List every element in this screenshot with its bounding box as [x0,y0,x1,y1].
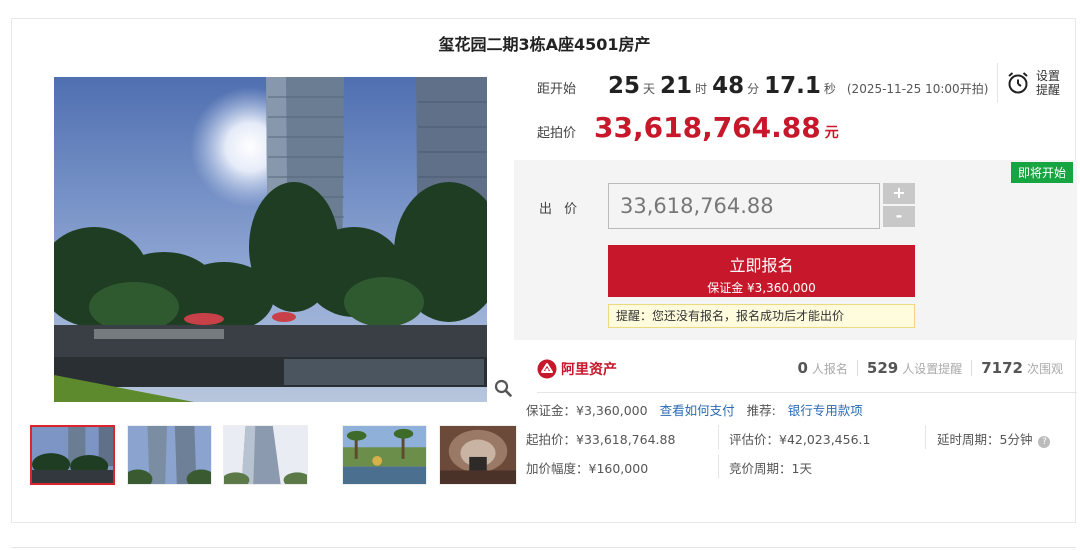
countdown-label: 距开始 [537,82,577,97]
how-to-pay-link[interactable]: 查看如何支付 [660,403,735,418]
thumbnail-1[interactable] [30,425,115,485]
signup-tip: 提醒：您还没有报名，报名成功后才能出价 [608,304,915,328]
signup-count: 0 [797,359,808,377]
reminder-count-label: 人设置提醒 [902,362,963,376]
countdown-row: 距开始 25 天 21 时 48 分 17.1 秒 (2025-11-25 10… [537,73,988,103]
signup-count-label: 人报名 [811,362,848,376]
set-reminder-button[interactable]: 设置提醒 [997,63,1069,103]
auction-card: 玺花园二期3栋A座4501房产 距开始 25 天 21 时 48 分 17.1 … [11,18,1077,523]
start-price-label: 起拍价 [537,126,577,141]
hours-unit: 时 [695,82,708,96]
minutes-unit: 分 [747,82,760,96]
thumbnail-2[interactable] [127,425,212,485]
thumbnail-4[interactable] [342,425,427,485]
view-count-label: 次围观 [1026,362,1063,376]
seconds-unit: 秒 [823,82,836,96]
magnifier-icon[interactable] [494,379,512,397]
set-reminder-label: 设置提醒 [1036,69,1061,97]
start-time: (2025-11-25 10:00开拍) [846,82,989,96]
recommend-label: 推荐: [746,403,776,418]
start-price-row: 起拍价 33,618,764.88 元 [537,111,839,147]
stat-divider [971,360,973,376]
info-divider [718,454,719,478]
thumbnail-strip [30,425,517,487]
thumbnail-3[interactable] [223,425,308,485]
countdown-seconds: 17.1 [764,73,821,99]
bid-period-info: 竞价周期：1天 [729,461,812,476]
start-price-value: 33,618,764.88 [594,111,821,144]
bank-payment-link[interactable]: 银行专用款项 [788,403,863,418]
bottom-rule [11,547,1076,548]
ali-assets-logo-icon [537,359,557,379]
stats: 0 人报名 529 人设置提醒 7172 次围观 [797,359,1063,377]
section-divider [537,392,1077,393]
view-count: 7172 [981,359,1023,377]
countdown-hours: 21 [660,73,693,99]
increase-bid-button[interactable]: + [883,183,915,204]
start-price-info: 起拍价：¥33,618,764.88 [526,432,676,447]
decrease-bid-button[interactable]: - [883,206,915,227]
alarm-clock-icon [1008,72,1028,94]
deposit-info: 保证金：¥3,360,000 [526,403,648,418]
bid-panel: 即将开始 出 价 + - 立即报名 保证金 ¥3,360,000 提醒：您还没有… [514,160,1077,340]
bid-amount-input[interactable] [608,183,880,229]
deposit-sublabel: 保证金 ¥3,360,000 [707,281,816,295]
days-unit: 天 [643,82,656,96]
increment-info: 加价幅度：¥160,000 [526,461,649,476]
signup-now-button[interactable]: 立即报名 保证金 ¥3,360,000 [608,245,915,297]
delay-info-row: 延时周期：5分钟? [937,429,1051,448]
countdown-days: 25 [608,73,641,99]
signup-label: 立即报名 [729,256,794,275]
stat-divider [856,360,858,376]
provider-name[interactable]: 阿里资产 [561,359,617,379]
countdown-minutes: 48 [712,73,745,99]
provider-row: 阿里资产 0 人报名 529 人设置提醒 7172 次围观 [537,353,1077,385]
appraisal-info: 评估价：¥42,023,456.1 [729,432,871,447]
start-price-unit: 元 [824,125,839,141]
info-divider [925,425,926,449]
thumbnail-5[interactable] [439,425,517,485]
bid-label: 出 价 [539,202,582,217]
info-divider [718,425,719,449]
deposit-info-row: 保证金：¥3,360,000 查看如何支付 推荐: 银行专用款项 [526,400,863,419]
delay-info: 延时周期：5分钟 [937,432,1033,447]
reminder-count: 529 [866,359,899,377]
status-badge: 即将开始 [1010,162,1073,183]
help-icon[interactable]: ? [1038,436,1051,448]
page-title: 玺花园二期3栋A座4501房产 [438,35,651,54]
main-photo[interactable] [54,77,487,402]
